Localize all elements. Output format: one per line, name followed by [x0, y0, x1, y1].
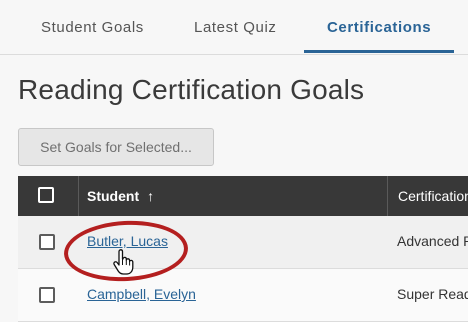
- table-row: Butler, Lucas Advanced R: [18, 216, 468, 269]
- active-tab-indicator: [304, 50, 454, 53]
- column-header-certification[interactable]: Certification: [389, 176, 468, 216]
- column-header-student-label: Student: [87, 188, 140, 204]
- students-table: Student ↑ Certification Butler, Lucas Ad…: [18, 176, 468, 322]
- column-header-certification-label: Certification: [398, 188, 468, 204]
- tab-latest-quiz[interactable]: Latest Quiz: [194, 19, 276, 36]
- certification-cell: Advanced R: [397, 233, 468, 249]
- tab-student-goals[interactable]: Student Goals: [41, 19, 144, 36]
- table-row: Campbell, Evelyn Super Read: [18, 269, 468, 322]
- certification-cell: Super Read: [397, 286, 468, 302]
- table-header: Student ↑ Certification: [18, 176, 468, 216]
- sort-ascending-icon: ↑: [147, 188, 155, 204]
- select-all-cell: [18, 176, 79, 216]
- tab-certifications[interactable]: Certifications: [327, 19, 431, 36]
- row-checkbox[interactable]: [39, 287, 55, 303]
- column-header-student[interactable]: Student ↑: [79, 176, 388, 216]
- row-checkbox[interactable]: [39, 234, 55, 250]
- student-name-link[interactable]: Butler, Lucas: [87, 233, 168, 249]
- tab-bar: Student Goals Latest Quiz Certifications: [0, 0, 468, 55]
- student-name-link[interactable]: Campbell, Evelyn: [87, 286, 196, 302]
- page-title: Reading Certification Goals: [18, 74, 365, 105]
- select-all-checkbox[interactable]: [38, 187, 54, 203]
- set-goals-button[interactable]: Set Goals for Selected...: [18, 128, 214, 166]
